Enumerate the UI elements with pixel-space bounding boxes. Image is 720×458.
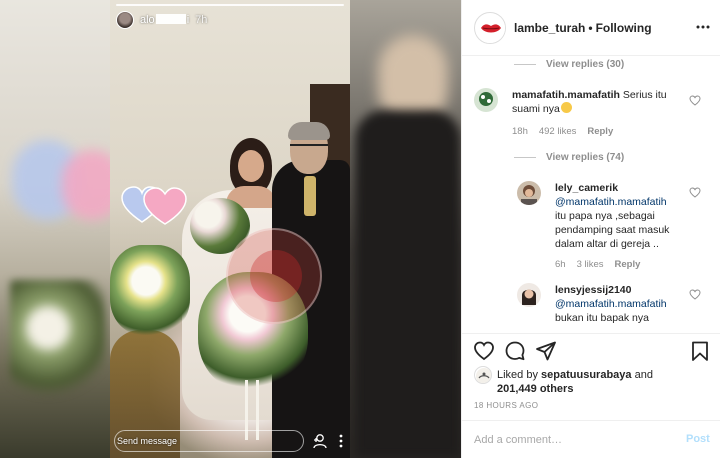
blurred-background-left bbox=[0, 0, 122, 458]
reply-item: lensyjessij2140 @mamafatih.mamafatih buk… bbox=[462, 281, 720, 333]
comment-mention[interactable]: @mamafatih.mamafatih bbox=[555, 297, 680, 311]
following-button[interactable]: Following bbox=[596, 21, 652, 35]
redacted-username bbox=[155, 14, 186, 24]
comment-username[interactable]: lely_camerik bbox=[555, 181, 680, 195]
comment-mention[interactable]: @mamafatih.mamafatih bbox=[555, 195, 680, 209]
post-header: lambe_turah • Following bbox=[462, 0, 720, 56]
story-avatar[interactable] bbox=[116, 11, 134, 29]
like-comment-heart-icon[interactable] bbox=[689, 289, 701, 300]
watermark-logo bbox=[226, 228, 322, 324]
post-timestamp: 18 HOURS AGO bbox=[474, 401, 539, 410]
flower-arrangement-left bbox=[110, 245, 190, 335]
post-panel: lambe_turah • Following View replies (30) bbox=[461, 0, 720, 458]
comment-bubble-icon[interactable] bbox=[504, 340, 526, 362]
lips-logo-icon bbox=[476, 14, 505, 43]
add-comment-input[interactable] bbox=[474, 432, 674, 448]
post-comment-button[interactable]: Post bbox=[686, 433, 710, 445]
more-horizontal-icon[interactable] bbox=[695, 18, 711, 36]
comment-likes[interactable]: 492 likes bbox=[539, 126, 577, 137]
share-paper-plane-icon[interactable] bbox=[535, 340, 557, 362]
heart-sticker-pink bbox=[143, 187, 187, 225]
more-vertical-icon[interactable] bbox=[335, 432, 347, 450]
blurred-background-right bbox=[350, 0, 461, 458]
lambe-turah-avatar[interactable] bbox=[474, 12, 506, 44]
view-replies-button[interactable]: View replies (30) bbox=[514, 59, 624, 70]
liked-by-username[interactable]: sepatuusurabaya bbox=[541, 369, 631, 381]
like-comment-heart-icon[interactable] bbox=[689, 95, 701, 106]
commenter-avatar[interactable] bbox=[517, 181, 541, 205]
send-message-label: Send message bbox=[117, 436, 178, 446]
liked-by-others[interactable]: 201,449 others bbox=[497, 383, 573, 395]
father-tie bbox=[304, 176, 316, 216]
reply-button[interactable]: Reply bbox=[587, 126, 613, 137]
comment-time: 6h bbox=[555, 259, 566, 270]
story-progress-bar bbox=[116, 4, 344, 6]
like-comment-heart-icon[interactable] bbox=[689, 187, 701, 198]
add-person-icon[interactable] bbox=[312, 432, 330, 450]
comments-list: View replies (30) mamafatih.mamafatih Se… bbox=[462, 57, 720, 333]
view-replies-button[interactable]: View replies (74) bbox=[514, 152, 624, 163]
liked-by-avatar[interactable] bbox=[474, 366, 492, 384]
story-header: alo i 7h bbox=[116, 11, 207, 29]
post-media: alo i 7h Send message bbox=[0, 0, 461, 458]
comment-text: itu papa nya ,sebagai pendamping saat ma… bbox=[555, 210, 670, 250]
like-heart-icon[interactable] bbox=[473, 340, 495, 362]
post-username[interactable]: lambe_turah bbox=[514, 21, 585, 35]
bookmark-icon[interactable] bbox=[689, 340, 711, 362]
bride-face bbox=[238, 150, 264, 182]
glasses bbox=[290, 144, 328, 150]
comment-text: bukan itu bapak nya bbox=[555, 312, 649, 324]
comment-username[interactable]: mamafatih.mamafatih bbox=[512, 89, 620, 101]
story-screenshot: alo i 7h Send message bbox=[110, 0, 350, 458]
comment-item: mamafatih.mamafatih Serius itu suami nya… bbox=[462, 85, 720, 141]
add-comment-bar: Post bbox=[462, 420, 720, 458]
reply-button[interactable]: Reply bbox=[615, 259, 641, 270]
comment-username[interactable]: lensyjessij2140 bbox=[555, 283, 680, 297]
reply-item: lely_camerik @mamafatih.mamafatih itu pa… bbox=[462, 181, 720, 277]
separator-dot: • bbox=[588, 21, 593, 35]
story-username[interactable]: alo i bbox=[140, 14, 189, 26]
story-time: 7h bbox=[195, 14, 208, 26]
commenter-avatar[interactable] bbox=[517, 283, 541, 307]
thinking-face-emoji bbox=[560, 102, 572, 113]
likes-summary: Liked by sepatuusurabaya and 201,449 oth… bbox=[497, 369, 653, 395]
commenter-avatar[interactable] bbox=[474, 88, 498, 112]
comment-time: 18h bbox=[512, 126, 528, 137]
comment-likes[interactable]: 3 likes bbox=[577, 259, 604, 270]
